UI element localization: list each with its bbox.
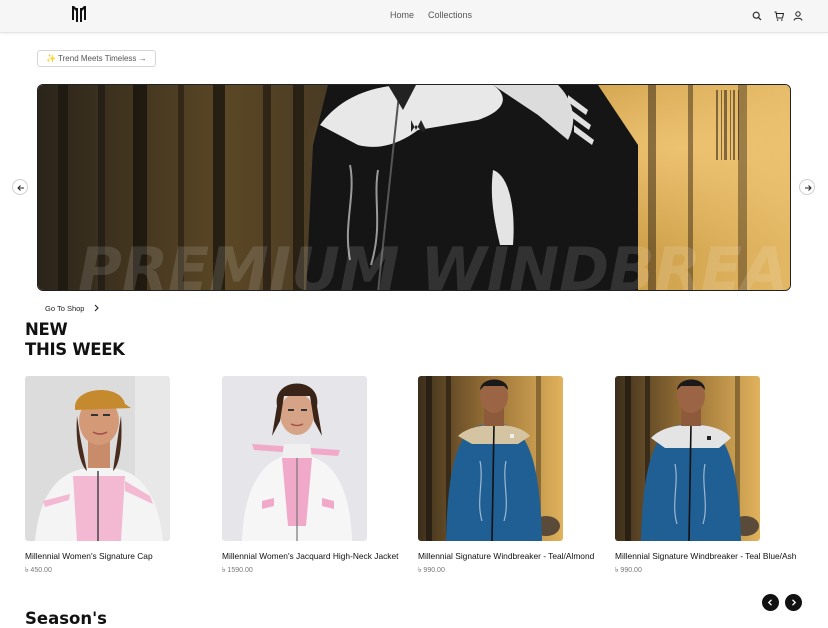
nav-collections[interactable]: Collections: [428, 10, 472, 20]
product-name[interactable]: Millennial Women's Jacquard High-Neck Ja…: [222, 550, 407, 562]
chevron-right-icon: [792, 599, 797, 606]
product-image[interactable]: [222, 376, 367, 541]
product-image[interactable]: [615, 376, 760, 541]
chevron-right-icon[interactable]: [93, 304, 100, 312]
user-icon[interactable]: [793, 11, 803, 21]
cart-icon[interactable]: [774, 11, 784, 21]
product-card[interactable]: Millennial Signature Windbreaker - Teal/…: [418, 376, 603, 576]
product-name[interactable]: Millennial Signature Windbreaker - Teal …: [615, 550, 800, 562]
product-image[interactable]: [418, 376, 563, 541]
product-name[interactable]: Millennial Signature Windbreaker - Teal/…: [418, 550, 603, 562]
brand-logo[interactable]: [72, 6, 86, 22]
hero-image: PREMIUM WINDBREAKER: [38, 85, 791, 291]
nav-home[interactable]: Home: [390, 10, 414, 20]
hero-banner[interactable]: PREMIUM WINDBREAKER: [37, 84, 791, 291]
arrow-right-icon: [805, 185, 812, 191]
product-price: ৳ 990.00: [615, 567, 642, 574]
product-card[interactable]: Millennial Signature Windbreaker - Teal …: [615, 376, 800, 576]
product-price: ৳ 450.00: [25, 567, 52, 574]
product-card[interactable]: Millennial Women's Jacquard High-Neck Ja…: [222, 376, 407, 576]
section-title-new-this-week: NEW THIS WEEK: [25, 320, 125, 360]
section-title-seasons: Season's: [25, 609, 107, 628]
product-card[interactable]: Millennial Women's Signature Cap ৳ 450.0…: [25, 376, 210, 576]
chevron-left-icon: [767, 599, 772, 606]
search-icon[interactable]: [752, 11, 762, 21]
product-price: ৳ 1590.00: [222, 567, 253, 574]
go-to-shop-link[interactable]: Go To Shop: [45, 304, 84, 313]
product-image[interactable]: [25, 376, 170, 541]
trend-tag[interactable]: ✨ Trend Meets Timeless →: [37, 50, 156, 67]
section-title-line1: NEW: [25, 320, 68, 339]
hero-prev-button[interactable]: [12, 179, 28, 195]
section-title-line2: THIS WEEK: [25, 340, 125, 359]
products-prev-button[interactable]: [762, 594, 779, 611]
products-next-button[interactable]: [785, 594, 802, 611]
arrow-left-icon: [17, 185, 24, 191]
site-header: Home Collections: [0, 0, 828, 33]
hero-next-button[interactable]: [799, 179, 815, 195]
hero-watermark: PREMIUM WINDBREAKER: [78, 235, 791, 291]
product-name[interactable]: Millennial Women's Signature Cap: [25, 550, 210, 562]
product-price: ৳ 990.00: [418, 567, 445, 574]
